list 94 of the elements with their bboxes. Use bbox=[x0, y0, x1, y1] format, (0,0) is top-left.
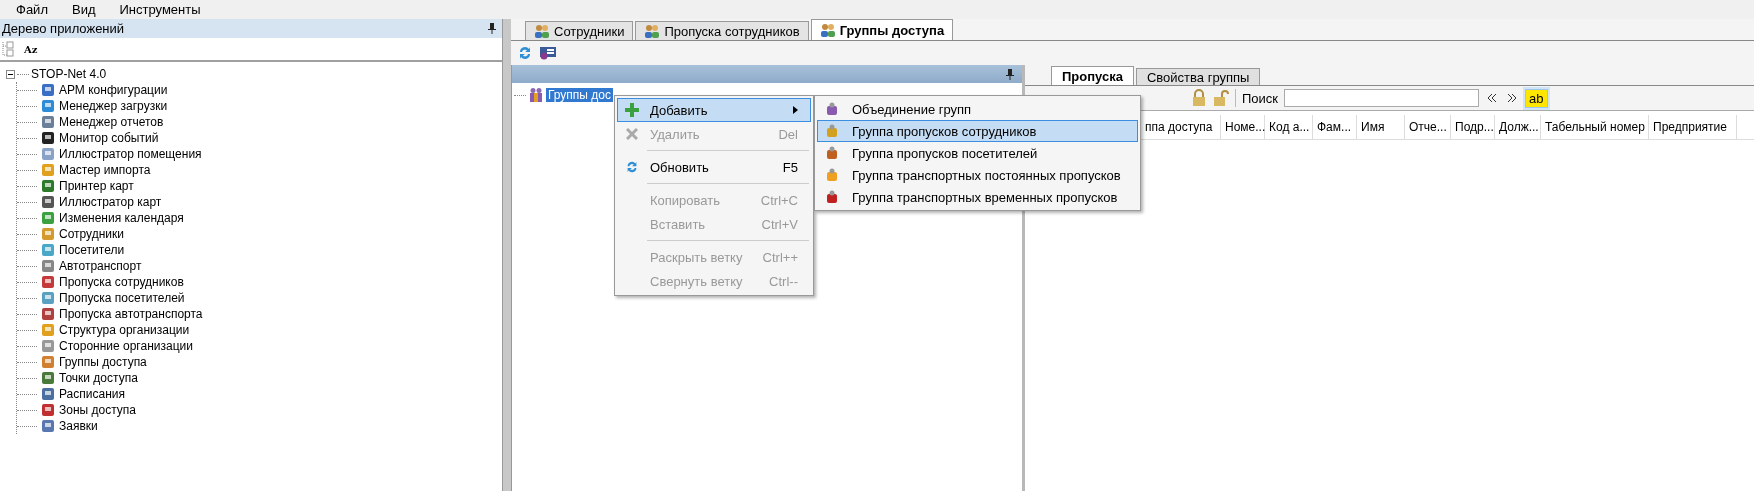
tree-item[interactable]: Зоны доступа bbox=[59, 403, 136, 417]
tree-item[interactable]: Посетители bbox=[59, 243, 125, 257]
tree-item[interactable]: Сотрудники bbox=[59, 227, 124, 241]
app-icon bbox=[40, 274, 56, 290]
tree-item[interactable]: Мастер импорта bbox=[59, 163, 151, 177]
app-icon bbox=[40, 226, 56, 242]
search-field[interactable] bbox=[1284, 89, 1480, 107]
app-icon bbox=[40, 146, 56, 162]
tree-item[interactable]: АРМ конфигурации bbox=[59, 83, 168, 97]
highlight-button[interactable]: ab bbox=[1525, 88, 1548, 108]
people-icon bbox=[644, 24, 661, 38]
collapse-icon[interactable] bbox=[6, 69, 15, 79]
sort-button[interactable]: Az bbox=[24, 43, 38, 55]
menu-item[interactable]: Группа пропусков сотрудников bbox=[817, 120, 1138, 142]
group-icon bbox=[824, 190, 840, 204]
tab[interactable]: Свойства группы bbox=[1135, 68, 1261, 85]
tree-item[interactable]: Пропуска сотрудников bbox=[59, 275, 184, 289]
column-header[interactable]: Отче... bbox=[1405, 115, 1451, 139]
group-icon bbox=[824, 102, 840, 116]
app-icon bbox=[40, 258, 56, 274]
people-icon bbox=[534, 24, 550, 38]
column-header[interactable]: Фам... bbox=[1313, 115, 1357, 139]
refresh-icon[interactable] bbox=[517, 45, 533, 61]
column-header[interactable]: Предприятие bbox=[1649, 115, 1737, 139]
column-header[interactable]: Номе... bbox=[1221, 115, 1265, 139]
column-header[interactable]: Долж... bbox=[1495, 115, 1541, 139]
column-header[interactable]: Табельный номер bbox=[1541, 115, 1649, 139]
menu-item[interactable]: Файл bbox=[4, 2, 60, 17]
tree-item[interactable]: Менеджер отчетов bbox=[59, 115, 164, 129]
menu-item[interactable]: Обновить F5 bbox=[617, 155, 811, 179]
app-icon bbox=[40, 306, 56, 322]
app-icon bbox=[40, 130, 56, 146]
tree-item[interactable]: STOP-Net 4.0 bbox=[31, 67, 107, 81]
tree-item[interactable]: Пропуска автотранспорта bbox=[59, 307, 203, 321]
tree-item[interactable]: Группы доступа bbox=[59, 355, 147, 369]
tree-item[interactable]: Сторонние организации bbox=[59, 339, 193, 353]
tree-item[interactable]: Иллюстратор карт bbox=[59, 195, 162, 209]
tree-item[interactable]: Монитор событий bbox=[59, 131, 159, 145]
menu-item[interactable]: Объединение групп bbox=[817, 98, 1138, 120]
pin-icon[interactable] bbox=[1006, 68, 1014, 80]
document-tab[interactable]: Группы доступа bbox=[810, 19, 954, 40]
app-icon bbox=[40, 178, 56, 194]
app-icon bbox=[40, 194, 56, 210]
menu-item[interactable]: Группа пропусков посетителей bbox=[817, 142, 1138, 164]
column-header[interactable]: Имя bbox=[1357, 115, 1405, 139]
card-icon[interactable] bbox=[539, 45, 557, 61]
tree-item[interactable]: Менеджер загрузки bbox=[59, 99, 168, 113]
tab[interactable]: Пропуска bbox=[1051, 66, 1134, 85]
refresh-icon bbox=[625, 160, 639, 174]
search-label: Поиск bbox=[1242, 90, 1279, 106]
app-icon bbox=[40, 114, 56, 130]
column-header[interactable]: Код а... bbox=[1265, 115, 1313, 139]
unlock-icon[interactable] bbox=[1213, 89, 1229, 107]
tree-item[interactable]: Принтер карт bbox=[59, 179, 134, 193]
pin-icon[interactable] bbox=[488, 23, 496, 34]
app-icon bbox=[40, 242, 56, 258]
people-icon bbox=[819, 23, 836, 37]
column-header[interactable]: Подр... bbox=[1451, 115, 1495, 139]
tree-item[interactable]: Заявки bbox=[59, 419, 98, 433]
menu-item[interactable]: Добавить bbox=[617, 98, 811, 122]
app-icon bbox=[40, 82, 56, 98]
tree-item[interactable]: Группы дос bbox=[546, 88, 613, 102]
app-icon bbox=[40, 338, 56, 354]
tree-item[interactable]: Расписания bbox=[59, 387, 125, 401]
document-tab[interactable]: Пропуска сотрудников bbox=[635, 21, 809, 40]
app-icon bbox=[40, 370, 56, 386]
app-icon bbox=[40, 290, 56, 306]
app-icon bbox=[40, 210, 56, 226]
group-icon bbox=[824, 146, 840, 160]
tree-item[interactable]: Изменения календаря bbox=[59, 211, 184, 225]
menu-item[interactable]: Инструменты bbox=[107, 2, 213, 17]
app-icon bbox=[40, 418, 56, 434]
document-tab[interactable]: Сотрудники bbox=[525, 21, 634, 40]
app-icon bbox=[40, 354, 56, 370]
tree-item[interactable]: Структура организации bbox=[59, 323, 190, 337]
plus-icon bbox=[625, 103, 639, 117]
menu-item[interactable]: Группа транспортных постоянных пропусков bbox=[817, 164, 1138, 186]
app-icon bbox=[40, 98, 56, 114]
tree-item[interactable]: Точки доступа bbox=[59, 371, 138, 385]
gift-icon bbox=[528, 87, 544, 103]
tree-item[interactable]: Автотранспорт bbox=[59, 259, 142, 273]
app-icon bbox=[40, 386, 56, 402]
app-icon bbox=[40, 322, 56, 338]
menu-item[interactable]: Группа транспортных временных пропусков bbox=[817, 186, 1138, 208]
panel-title: Дерево приложений bbox=[2, 21, 125, 36]
tree-item[interactable]: Пропуска посетителей bbox=[59, 291, 185, 305]
menu-item[interactable]: Вид bbox=[59, 2, 108, 17]
tree-item[interactable]: Иллюстратор помещения bbox=[59, 147, 202, 161]
lock-icon[interactable] bbox=[1191, 89, 1207, 107]
delete-icon bbox=[626, 128, 638, 140]
group-icon bbox=[824, 168, 840, 182]
app-icon bbox=[40, 402, 56, 418]
group-icon bbox=[824, 124, 840, 138]
app-icon bbox=[40, 162, 56, 178]
